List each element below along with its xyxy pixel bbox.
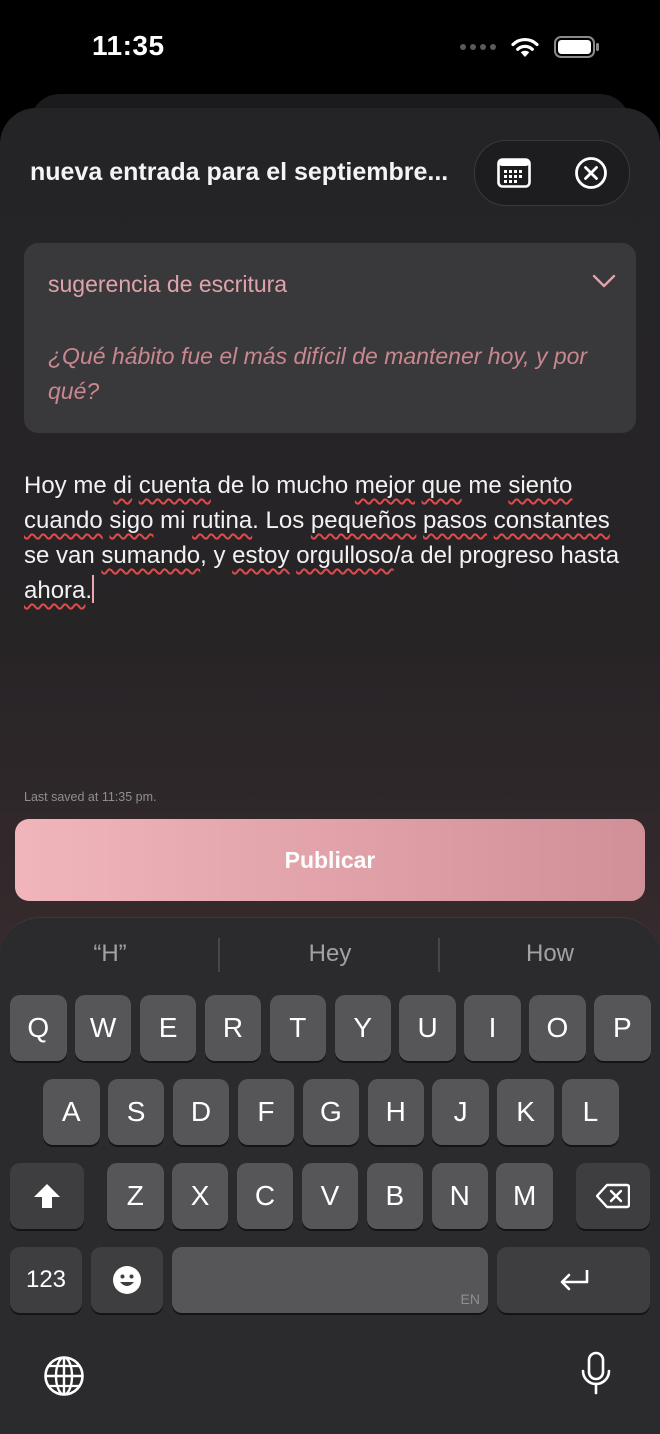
key-u[interactable]: U xyxy=(399,995,456,1061)
chevron-down-icon[interactable] xyxy=(592,273,616,289)
header-actions xyxy=(474,140,630,206)
key-o[interactable]: O xyxy=(529,995,586,1061)
suggestion-divider xyxy=(438,938,440,972)
emoji-key[interactable] xyxy=(91,1247,163,1313)
key-f[interactable]: F xyxy=(237,1079,295,1145)
key-p[interactable]: P xyxy=(594,995,651,1061)
entry-text-area[interactable]: Hoy me di cuenta de lo mucho mejor que m… xyxy=(24,468,636,608)
key-k[interactable]: K xyxy=(497,1079,554,1145)
key-e[interactable]: E xyxy=(139,995,197,1061)
status-icons xyxy=(460,36,600,58)
close-button[interactable] xyxy=(569,151,613,195)
key-x[interactable]: X xyxy=(171,1163,229,1229)
key-z[interactable]: Z xyxy=(107,1163,164,1229)
key-m[interactable]: M xyxy=(496,1163,553,1229)
key-s[interactable]: S xyxy=(107,1079,165,1145)
suggestion-3[interactable]: How xyxy=(450,940,650,968)
entry-title: nueva entrada para el septiembre... xyxy=(30,158,449,186)
battery-icon xyxy=(554,36,599,58)
backspace-icon xyxy=(596,1183,630,1209)
key-q[interactable]: Q xyxy=(10,995,67,1061)
status-bar: 11:35 xyxy=(0,0,660,96)
key-b[interactable]: B xyxy=(366,1163,424,1229)
return-icon xyxy=(560,1270,588,1291)
globe-icon[interactable] xyxy=(43,1355,85,1397)
key-a[interactable]: A xyxy=(43,1079,100,1145)
prompt-question: ¿Qué hábito fue el más difícil de manten… xyxy=(48,343,588,404)
signal-icon xyxy=(460,44,496,50)
language-hint: EN xyxy=(460,1291,480,1307)
shift-icon xyxy=(34,1184,60,1208)
numbers-key[interactable]: 123 xyxy=(10,1247,82,1313)
calendar-button[interactable] xyxy=(492,151,536,195)
suggestion-1[interactable]: “H” xyxy=(10,940,210,968)
key-t[interactable]: T xyxy=(269,995,327,1061)
key-y[interactable]: Y xyxy=(334,995,391,1061)
emoji-icon xyxy=(113,1266,141,1294)
status-time: 11:35 xyxy=(92,30,165,61)
suggestion-2[interactable]: Hey xyxy=(230,940,430,968)
suggestion-divider xyxy=(218,938,220,972)
close-circle-icon xyxy=(574,157,607,189)
key-d[interactable]: D xyxy=(172,1079,230,1145)
key-i[interactable]: I xyxy=(464,995,521,1061)
key-l[interactable]: L xyxy=(562,1079,619,1145)
key-v[interactable]: V xyxy=(301,1163,359,1229)
delete-key[interactable] xyxy=(576,1163,650,1229)
microphone-icon[interactable] xyxy=(580,1351,612,1397)
key-c[interactable]: C xyxy=(236,1163,294,1229)
text-cursor xyxy=(92,575,95,603)
key-h[interactable]: H xyxy=(367,1079,424,1145)
publish-button[interactable]: Publicar xyxy=(15,819,645,901)
writing-prompt-card[interactable]: sugerencia de escritura ¿Qué hábito fue … xyxy=(24,243,636,433)
wifi-icon xyxy=(511,37,539,57)
prompt-label: sugerencia de escritura xyxy=(48,271,288,297)
last-saved-label: Last saved at 11:35 pm. xyxy=(24,790,157,804)
calendar-icon xyxy=(496,158,531,188)
shift-key[interactable] xyxy=(10,1163,84,1229)
key-g[interactable]: G xyxy=(302,1079,360,1145)
return-key[interactable] xyxy=(497,1247,650,1313)
key-j[interactable]: J xyxy=(432,1079,489,1145)
key-w[interactable]: W xyxy=(74,995,132,1061)
key-r[interactable]: R xyxy=(204,995,262,1061)
entry-text: Hoy me di cuenta de lo mucho mejor que m… xyxy=(24,472,620,604)
key-n[interactable]: N xyxy=(431,1163,488,1229)
space-key[interactable]: EN xyxy=(172,1247,488,1313)
keyboard: “H” Hey How 123 EN Q W E R T Y U I O P A… xyxy=(0,917,660,1434)
